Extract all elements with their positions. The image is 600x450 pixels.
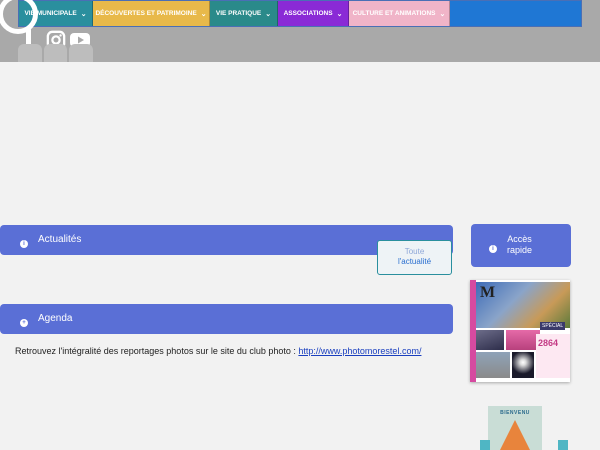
search-icon[interactable] [0, 0, 38, 34]
acces-line1: Accès [507, 234, 532, 244]
tent-icon [500, 420, 530, 450]
info-icon: i [20, 240, 28, 248]
magazine-number: 2864 [538, 338, 559, 348]
toute-label: Toute [404, 247, 425, 256]
banner-decoration [480, 440, 490, 450]
site-header: Vie municipale ⌄ Découvertes et patrimoi… [0, 0, 600, 62]
actualite-label: l'actualité [397, 257, 432, 266]
photo-club-link[interactable]: http://www.photomorestel.com/ [298, 346, 421, 356]
toute-actualite-button[interactable]: Toute l'actualité [377, 240, 452, 275]
magazine-photo [506, 330, 540, 350]
nav-label: Culture et animations [352, 10, 436, 17]
faded-tab [18, 44, 42, 62]
magazine-cover[interactable]: M SPÉCIAL 2864 [470, 280, 570, 382]
info-icon: i [489, 245, 497, 253]
camping-label: BIENVENU [500, 410, 530, 416]
banner-decoration [558, 440, 568, 450]
nav-label: Associations [283, 10, 333, 17]
chevron-down-icon: ⌄ [265, 10, 272, 18]
nav-item-decouvertes[interactable]: Découvertes et patrimoine ⌄ [93, 1, 210, 26]
camping-banner[interactable]: BIENVENU [488, 406, 542, 450]
faded-tab [69, 44, 94, 62]
nav-label: Vie pratique [215, 10, 262, 17]
magazine-photo [476, 352, 510, 378]
magazine-photo [476, 330, 504, 350]
chevron-down-icon: ⌄ [200, 10, 207, 18]
acces-rapide-button[interactable]: i Accès rapide [471, 224, 571, 267]
chevron-down-icon: ⌄ [439, 10, 446, 18]
faded-tabs [18, 44, 94, 62]
magazine-tag: SPÉCIAL [540, 322, 566, 330]
chevron-down-icon: ⌄ [336, 10, 343, 18]
main-nav: Vie municipale ⌄ Découvertes et patrimoi… [18, 0, 582, 27]
plus-icon: + [20, 319, 28, 327]
acces-line2: rapide [507, 245, 533, 255]
photo-reportage-text: Retrouvez l'intégralité des reportages p… [15, 346, 421, 356]
magazine-logo: M [480, 284, 496, 301]
nav-item-vie-pratique[interactable]: Vie pratique ⌄ [210, 1, 278, 26]
chevron-down-icon: ⌄ [80, 10, 87, 18]
nav-fill [450, 1, 581, 26]
nav-item-associations[interactable]: Associations ⌄ [278, 1, 349, 26]
agenda-header: + Agenda [0, 304, 453, 334]
agenda-title: Agenda [38, 313, 73, 324]
nav-label: Découvertes et patrimoine [95, 10, 197, 17]
actualites-title: Actualités [38, 234, 82, 245]
magazine-photo [512, 352, 534, 378]
nav-item-culture[interactable]: Culture et animations ⌄ [349, 1, 450, 26]
faded-tab [43, 44, 68, 62]
photo-text-body: Retrouvez l'intégralité des reportages p… [15, 346, 299, 356]
acces-rapide-label: Accès rapide [507, 234, 532, 256]
